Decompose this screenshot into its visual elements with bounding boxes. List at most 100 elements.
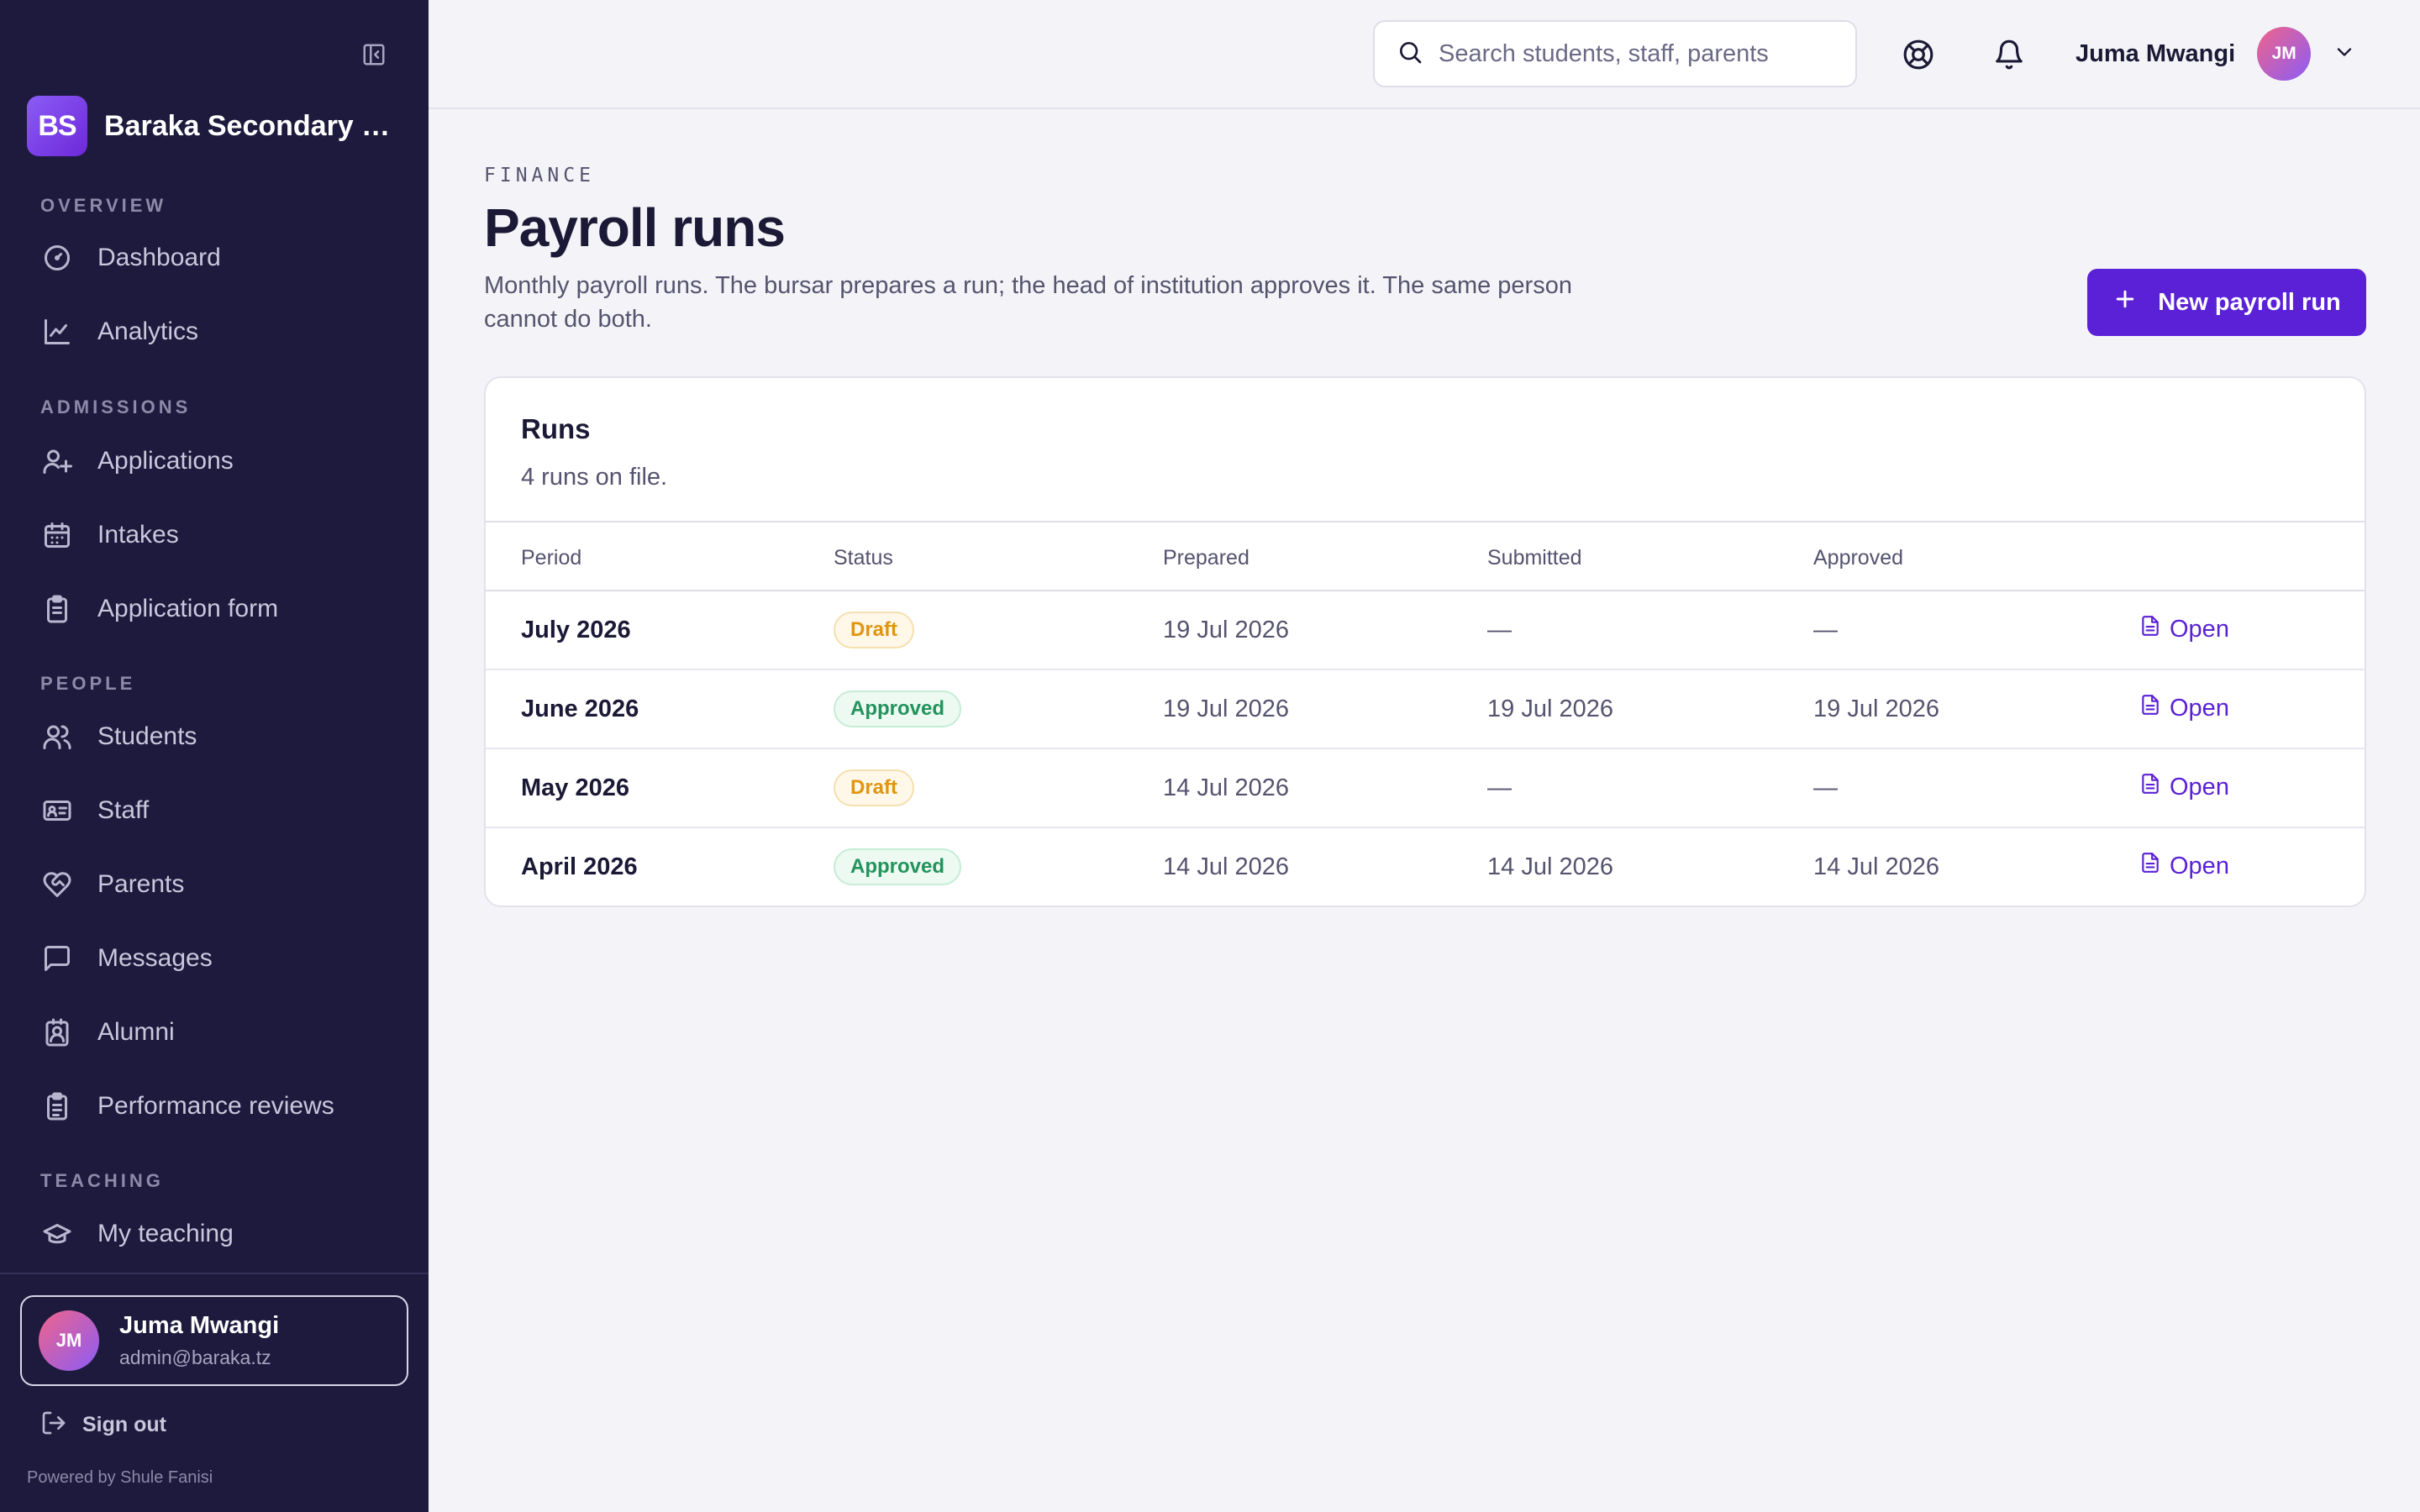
open-link[interactable]: Open (2139, 852, 2229, 880)
runs-card: Runs 4 runs on file. Period Status Prepa… (484, 376, 2366, 907)
file-text-icon (2139, 615, 2161, 643)
table-row: May 2026 Draft 14 Jul 2026 — — Open (486, 749, 2365, 828)
open-link[interactable]: Open (2139, 694, 2229, 722)
section-label-people: PEOPLE (40, 673, 136, 694)
prepared-cell: 14 Jul 2026 (1163, 853, 1289, 880)
user-plus-icon (40, 444, 74, 478)
user-menu[interactable]: Juma Mwangi JM (2075, 27, 2356, 81)
submitted-cell: 14 Jul 2026 (1487, 853, 1613, 880)
search-input[interactable] (1439, 39, 1775, 68)
sidebar-item-label: Parents (97, 870, 185, 898)
column-header-status: Status (834, 546, 893, 570)
prepared-cell: 14 Jul 2026 (1163, 774, 1289, 801)
sidebar: BS Baraka Secondary School OVERVIEW Dash… (0, 0, 429, 1512)
table-row: April 2026 Approved 14 Jul 2026 14 Jul 2… (486, 828, 2365, 906)
column-header-submitted: Submitted (1487, 546, 1582, 570)
sidebar-item-performance-reviews[interactable]: Performance reviews (40, 1081, 402, 1131)
message-square-icon (40, 942, 74, 975)
sidebar-item-messages[interactable]: Messages (40, 933, 402, 984)
sidebar-item-parents[interactable]: Parents (40, 859, 402, 910)
sidebar-item-label: Application form (97, 595, 279, 622)
user-name: Juma Mwangi (119, 1312, 280, 1339)
file-text-icon (2139, 773, 2161, 801)
section-label-teaching: TEACHING (40, 1170, 164, 1191)
sidebar-item-my-teaching[interactable]: My teaching (40, 1209, 402, 1259)
file-text-icon (2139, 694, 2161, 722)
submitted-cell: — (1487, 617, 1512, 643)
new-payroll-run-button[interactable]: New payroll run (2087, 269, 2366, 336)
page-title: Payroll runs (484, 197, 786, 258)
collapse-sidebar-icon[interactable] (360, 40, 388, 69)
sidebar-item-intakes[interactable]: Intakes (40, 510, 402, 560)
powered-by: Powered by Shule Fanisi (27, 1468, 213, 1487)
period-cell: June 2026 (521, 696, 639, 722)
search-box[interactable] (1373, 20, 1857, 87)
status-badge: Approved (834, 848, 962, 885)
period-cell: April 2026 (521, 853, 638, 880)
log-out-icon (40, 1410, 67, 1441)
sidebar-item-label: My teaching (97, 1220, 234, 1247)
page-description: Monthly payroll runs. The bursar prepare… (484, 272, 1572, 333)
clipboard-icon (40, 592, 74, 626)
sidebar-item-label: Applications (97, 447, 234, 475)
section-label-admissions: ADMISSIONS (40, 396, 192, 417)
status-badge: Draft (834, 612, 915, 648)
sidebar-user-card[interactable]: JM Juma Mwangi admin@baraka.tz (20, 1295, 408, 1386)
page-eyebrow: FINANCE (484, 165, 595, 186)
avatar: JM (2257, 27, 2312, 81)
brand-name: Baraka Secondary School (104, 109, 407, 142)
open-link[interactable]: Open (2139, 615, 2229, 643)
topbar: Juma Mwangi JM (429, 0, 2420, 109)
sidebar-item-application-form[interactable]: Application form (40, 584, 402, 634)
bell-icon[interactable] (1991, 37, 2027, 72)
prepared-cell: 19 Jul 2026 (1163, 696, 1289, 722)
line-chart-icon (40, 315, 74, 349)
open-link[interactable]: Open (2139, 773, 2229, 801)
sidebar-item-applications[interactable]: Applications (40, 436, 402, 486)
sidebar-item-label: Alumni (97, 1018, 175, 1046)
chevron-down-icon (2333, 40, 2356, 68)
plus-icon (2112, 286, 2138, 318)
section-label-overview: OVERVIEW (40, 195, 167, 216)
sidebar-item-label: Dashboard (97, 244, 221, 271)
help-icon[interactable] (1901, 37, 1936, 72)
sign-out-label: Sign out (82, 1413, 166, 1436)
contact-icon (40, 1016, 74, 1049)
approved-cell: — (1813, 617, 1838, 643)
graduation-cap-icon (40, 1217, 74, 1251)
calendar-icon (40, 518, 74, 552)
clipboard-list-icon (40, 1089, 74, 1123)
search-icon (1397, 39, 1423, 70)
period-cell: July 2026 (521, 617, 631, 643)
file-text-icon (2139, 852, 2161, 880)
submitted-cell: 19 Jul 2026 (1487, 696, 1613, 722)
prepared-cell: 19 Jul 2026 (1163, 617, 1289, 643)
sidebar-divider (0, 1273, 429, 1274)
gauge-icon (40, 241, 74, 275)
approved-cell: 19 Jul 2026 (1813, 696, 1939, 722)
column-header-approved: Approved (1813, 546, 1904, 570)
topbar-user-name: Juma Mwangi (2075, 39, 2236, 67)
brand-logo: BS (27, 96, 87, 156)
submitted-cell: — (1487, 774, 1512, 801)
sidebar-item-label: Messages (97, 944, 213, 972)
sidebar-item-analytics[interactable]: Analytics (40, 307, 402, 357)
heart-handshake-icon (40, 868, 74, 901)
id-card-icon (40, 794, 74, 827)
brand[interactable]: BS Baraka Secondary School (27, 96, 407, 156)
sign-out-button[interactable]: Sign out (40, 1410, 166, 1441)
status-badge: Approved (834, 690, 962, 727)
user-email: admin@baraka.tz (119, 1347, 271, 1368)
sidebar-item-staff[interactable]: Staff (40, 785, 402, 836)
sidebar-item-students[interactable]: Students (40, 711, 402, 762)
card-title: Runs (521, 413, 591, 444)
period-cell: May 2026 (521, 774, 629, 801)
sidebar-item-label: Students (97, 722, 197, 750)
sidebar-item-label: Intakes (97, 521, 179, 549)
table-row: July 2026 Draft 19 Jul 2026 — — Open (486, 591, 2365, 670)
sidebar-item-label: Analytics (97, 318, 199, 345)
sidebar-item-label: Performance reviews (97, 1092, 334, 1120)
table-header: Period Status Prepared Submitted Approve… (486, 522, 2365, 591)
sidebar-item-alumni[interactable]: Alumni (40, 1007, 402, 1058)
sidebar-item-dashboard[interactable]: Dashboard (40, 233, 402, 283)
